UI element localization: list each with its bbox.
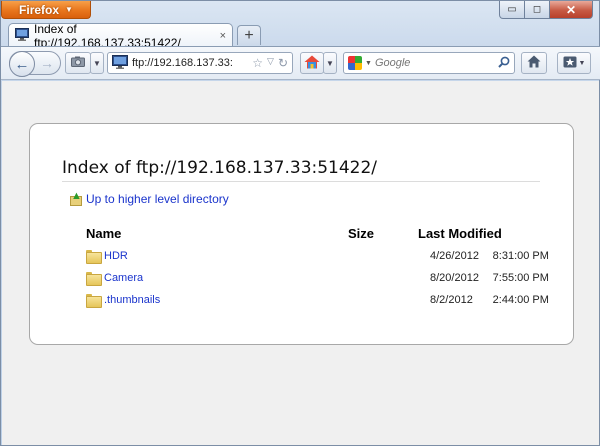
bookmark-star-icon[interactable]: ☆ <box>252 56 263 70</box>
home-dropdown-button[interactable]: ▼ <box>323 52 337 74</box>
url-text[interactable]: ftp://192.168.137.33: <box>132 57 233 69</box>
search-icon[interactable] <box>498 56 510 71</box>
table-row: Camera 8/20/2012 7:55:00 PM <box>86 267 549 289</box>
maximize-button[interactable]: ◻ <box>524 1 550 19</box>
directory-listing-card: Index of ftp://192.168.137.33:51422/ ▲ U… <box>29 123 574 345</box>
folder-link-thumbnails[interactable]: .thumbnails <box>104 294 160 306</box>
folder-icon <box>86 272 102 286</box>
camera-icon <box>71 56 85 70</box>
column-header-size[interactable]: Size <box>348 224 406 245</box>
tab-close-icon[interactable]: × <box>220 30 226 42</box>
date-cell: 4/26/2012 <box>430 250 479 262</box>
home-button[interactable] <box>521 52 547 74</box>
colorful-home-icon <box>304 55 320 72</box>
folder-icon <box>86 294 102 308</box>
back-button[interactable]: ← <box>9 51 35 77</box>
firefox-menu-button[interactable]: Firefox ▼ <box>1 1 91 19</box>
browser-window: Firefox ▼ ▭ ◻ ✕ Index of ftp://192.168.1… <box>0 0 600 446</box>
home-icon <box>527 55 541 71</box>
parent-directory-label: Up to higher level directory <box>86 192 229 206</box>
firefox-menu-label: Firefox <box>19 2 60 17</box>
back-forward-group: ← → <box>9 51 61 77</box>
time-cell: 8:31:00 PM <box>492 250 549 262</box>
close-window-button[interactable]: ✕ <box>549 1 593 19</box>
url-bar[interactable]: ftp://192.168.137.33: ☆ ▽ ↻ <box>107 52 293 74</box>
site-identity-icon <box>112 54 128 72</box>
size-cell <box>348 289 406 311</box>
folder-link-hdr[interactable]: HDR <box>104 250 128 262</box>
search-bar[interactable]: ▼ <box>343 52 515 74</box>
google-icon[interactable] <box>348 56 362 70</box>
table-header-row: Name Size Last Modified <box>86 224 549 245</box>
minimize-icon: ▭ <box>507 4 517 15</box>
reload-icon[interactable]: ↻ <box>278 56 288 70</box>
page-title: Index of ftp://192.168.137.33:51422/ <box>62 158 540 182</box>
folder-up-icon: ▲ <box>70 191 82 206</box>
folder-icon <box>86 250 102 264</box>
chevron-down-icon: ▼ <box>326 58 334 68</box>
bookmarks-button[interactable]: ▼ <box>557 52 591 74</box>
chevron-down-icon: ▼ <box>578 59 586 67</box>
bookmarks-star-icon <box>563 56 577 71</box>
column-header-last-modified[interactable]: Last Modified <box>406 224 549 245</box>
history-dropdown-icon[interactable]: ▽ <box>267 56 274 70</box>
time-cell: 2:44:00 PM <box>492 294 549 306</box>
date-cell: 8/20/2012 <box>430 272 479 284</box>
chevron-down-icon[interactable]: ▼ <box>365 60 372 67</box>
close-icon: ✕ <box>565 2 577 17</box>
minimize-button[interactable]: ▭ <box>499 1 525 19</box>
parent-directory-link[interactable]: ▲ Up to higher level directory <box>70 191 229 206</box>
search-input[interactable] <box>374 57 485 69</box>
size-cell <box>348 245 406 267</box>
time-cell: 7:55:00 PM <box>492 272 549 284</box>
column-header-name[interactable]: Name <box>86 224 348 245</box>
chevron-down-icon: ▼ <box>65 5 73 14</box>
arrow-left-icon: ← <box>14 55 30 73</box>
screenshot-button[interactable] <box>65 52 91 74</box>
maximize-icon: ◻ <box>532 4 542 15</box>
new-tab-button[interactable]: + <box>237 25 261 45</box>
folder-link-camera[interactable]: Camera <box>104 272 143 284</box>
monitor-icon <box>15 27 29 44</box>
tab-strip: Index of ftp://192.168.137.33:51422/ × + <box>1 21 600 50</box>
navigation-toolbar: ← → ▼ ftp://192.168.137.33: ☆ ▽ ↻ ▼ ▼ Go… <box>1 46 600 80</box>
page-content: Index of ftp://192.168.137.33:51422/ ▲ U… <box>2 81 599 445</box>
plus-icon: + <box>244 26 254 44</box>
table-row: HDR 4/26/2012 8:31:00 PM <box>86 245 549 267</box>
table-row: .thumbnails 8/2/2012 2:44:00 PM <box>86 289 549 311</box>
screenshot-menu-button[interactable]: ▼ <box>90 52 104 74</box>
directory-table: Name Size Last Modified HDR 4/26/2012 8:… <box>86 224 549 311</box>
chevron-down-icon: ▼ <box>93 58 101 68</box>
window-controls: ▭ ◻ ✕ <box>499 1 593 19</box>
tab-ftp-index[interactable]: Index of ftp://192.168.137.33:51422/ × <box>8 22 233 50</box>
size-cell <box>348 267 406 289</box>
date-cell: 8/2/2012 <box>430 294 473 306</box>
home-menu-button[interactable] <box>300 52 324 74</box>
forward-button[interactable]: → <box>40 55 54 71</box>
